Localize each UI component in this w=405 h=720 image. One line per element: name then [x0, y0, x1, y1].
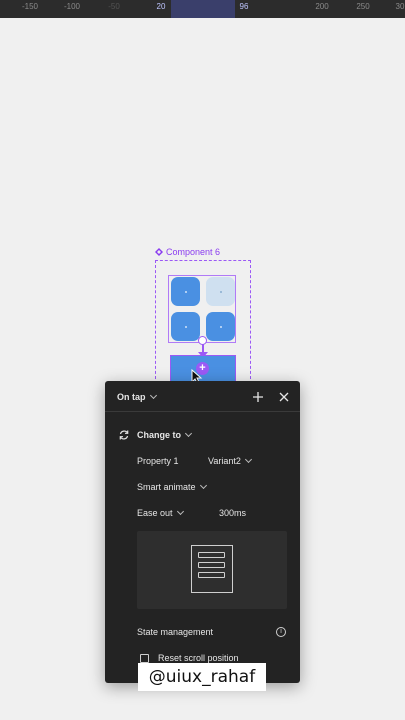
- component-name: Component 6: [166, 247, 221, 257]
- reset-scroll-checkbox-row[interactable]: Reset scroll position: [140, 653, 239, 663]
- preview-bar: [198, 572, 225, 578]
- chevron-down-icon: [149, 391, 157, 400]
- animation-label: Smart animate: [137, 482, 196, 492]
- state-management-heading: State management: [137, 627, 213, 637]
- swap-icon: [119, 430, 129, 440]
- chevron-down-icon: [184, 429, 193, 438]
- animation-preview: [137, 531, 287, 609]
- connection-handle[interactable]: [198, 336, 207, 345]
- close-icon[interactable]: [278, 391, 290, 403]
- chevron-down-icon: [244, 455, 252, 464]
- property-value: Variant2: [208, 456, 241, 466]
- top-ruler: -150 -100 -50 20 96 200 250 30: [0, 0, 405, 18]
- plus-icon[interactable]: [252, 391, 264, 403]
- easing-dropdown[interactable]: Ease out: [137, 507, 184, 518]
- info-icon[interactable]: i: [276, 627, 286, 637]
- ruler-tick: -50: [108, 2, 120, 11]
- grid-tile: [171, 312, 200, 341]
- chevron-down-icon: [199, 481, 207, 490]
- ruler-tick: 200: [315, 2, 329, 11]
- trigger-dropdown[interactable]: On tap: [117, 391, 157, 402]
- component-icon: [155, 248, 163, 256]
- ruler-tick: 30: [395, 2, 405, 11]
- ruler-tick: -100: [63, 2, 81, 11]
- action-label: Change to: [137, 430, 181, 440]
- preview-bar: [198, 552, 225, 558]
- property-value-dropdown[interactable]: Variant2: [208, 455, 252, 466]
- state-management-text: State management: [137, 627, 214, 637]
- duration-input[interactable]: 300ms: [219, 508, 246, 518]
- panel-divider: [105, 411, 300, 412]
- chevron-down-icon: [176, 507, 184, 516]
- component-label[interactable]: Component 6: [155, 247, 220, 257]
- interaction-panel[interactable]: On tap Change to Property 1 Variant2 Sma…: [105, 381, 300, 683]
- action-dropdown[interactable]: Change to: [137, 429, 193, 440]
- ruler-tick: 20: [156, 2, 166, 11]
- device-preview-icon: [191, 545, 233, 593]
- grid-tile: [171, 277, 200, 306]
- grid-tile: [206, 312, 235, 341]
- property-label: Property 1: [137, 456, 179, 466]
- ruler-tick: -150: [21, 2, 39, 11]
- watermark-text: @uiux_rahaf: [138, 663, 266, 691]
- easing-label: Ease out: [137, 508, 173, 518]
- animation-dropdown[interactable]: Smart animate: [137, 481, 207, 492]
- ruler-tick: 96: [239, 2, 249, 11]
- duration-value: 300ms: [219, 508, 247, 518]
- preview-bar: [198, 562, 225, 568]
- trigger-label: On tap: [117, 392, 146, 402]
- reset-scroll-label: Reset scroll position: [158, 653, 239, 663]
- property-label-text: Property 1: [137, 456, 179, 466]
- ruler-selection-range: [171, 0, 235, 18]
- ruler-tick: 250: [356, 2, 370, 11]
- grid-tile: [206, 277, 235, 306]
- reset-scroll-checkbox[interactable]: [140, 653, 149, 663]
